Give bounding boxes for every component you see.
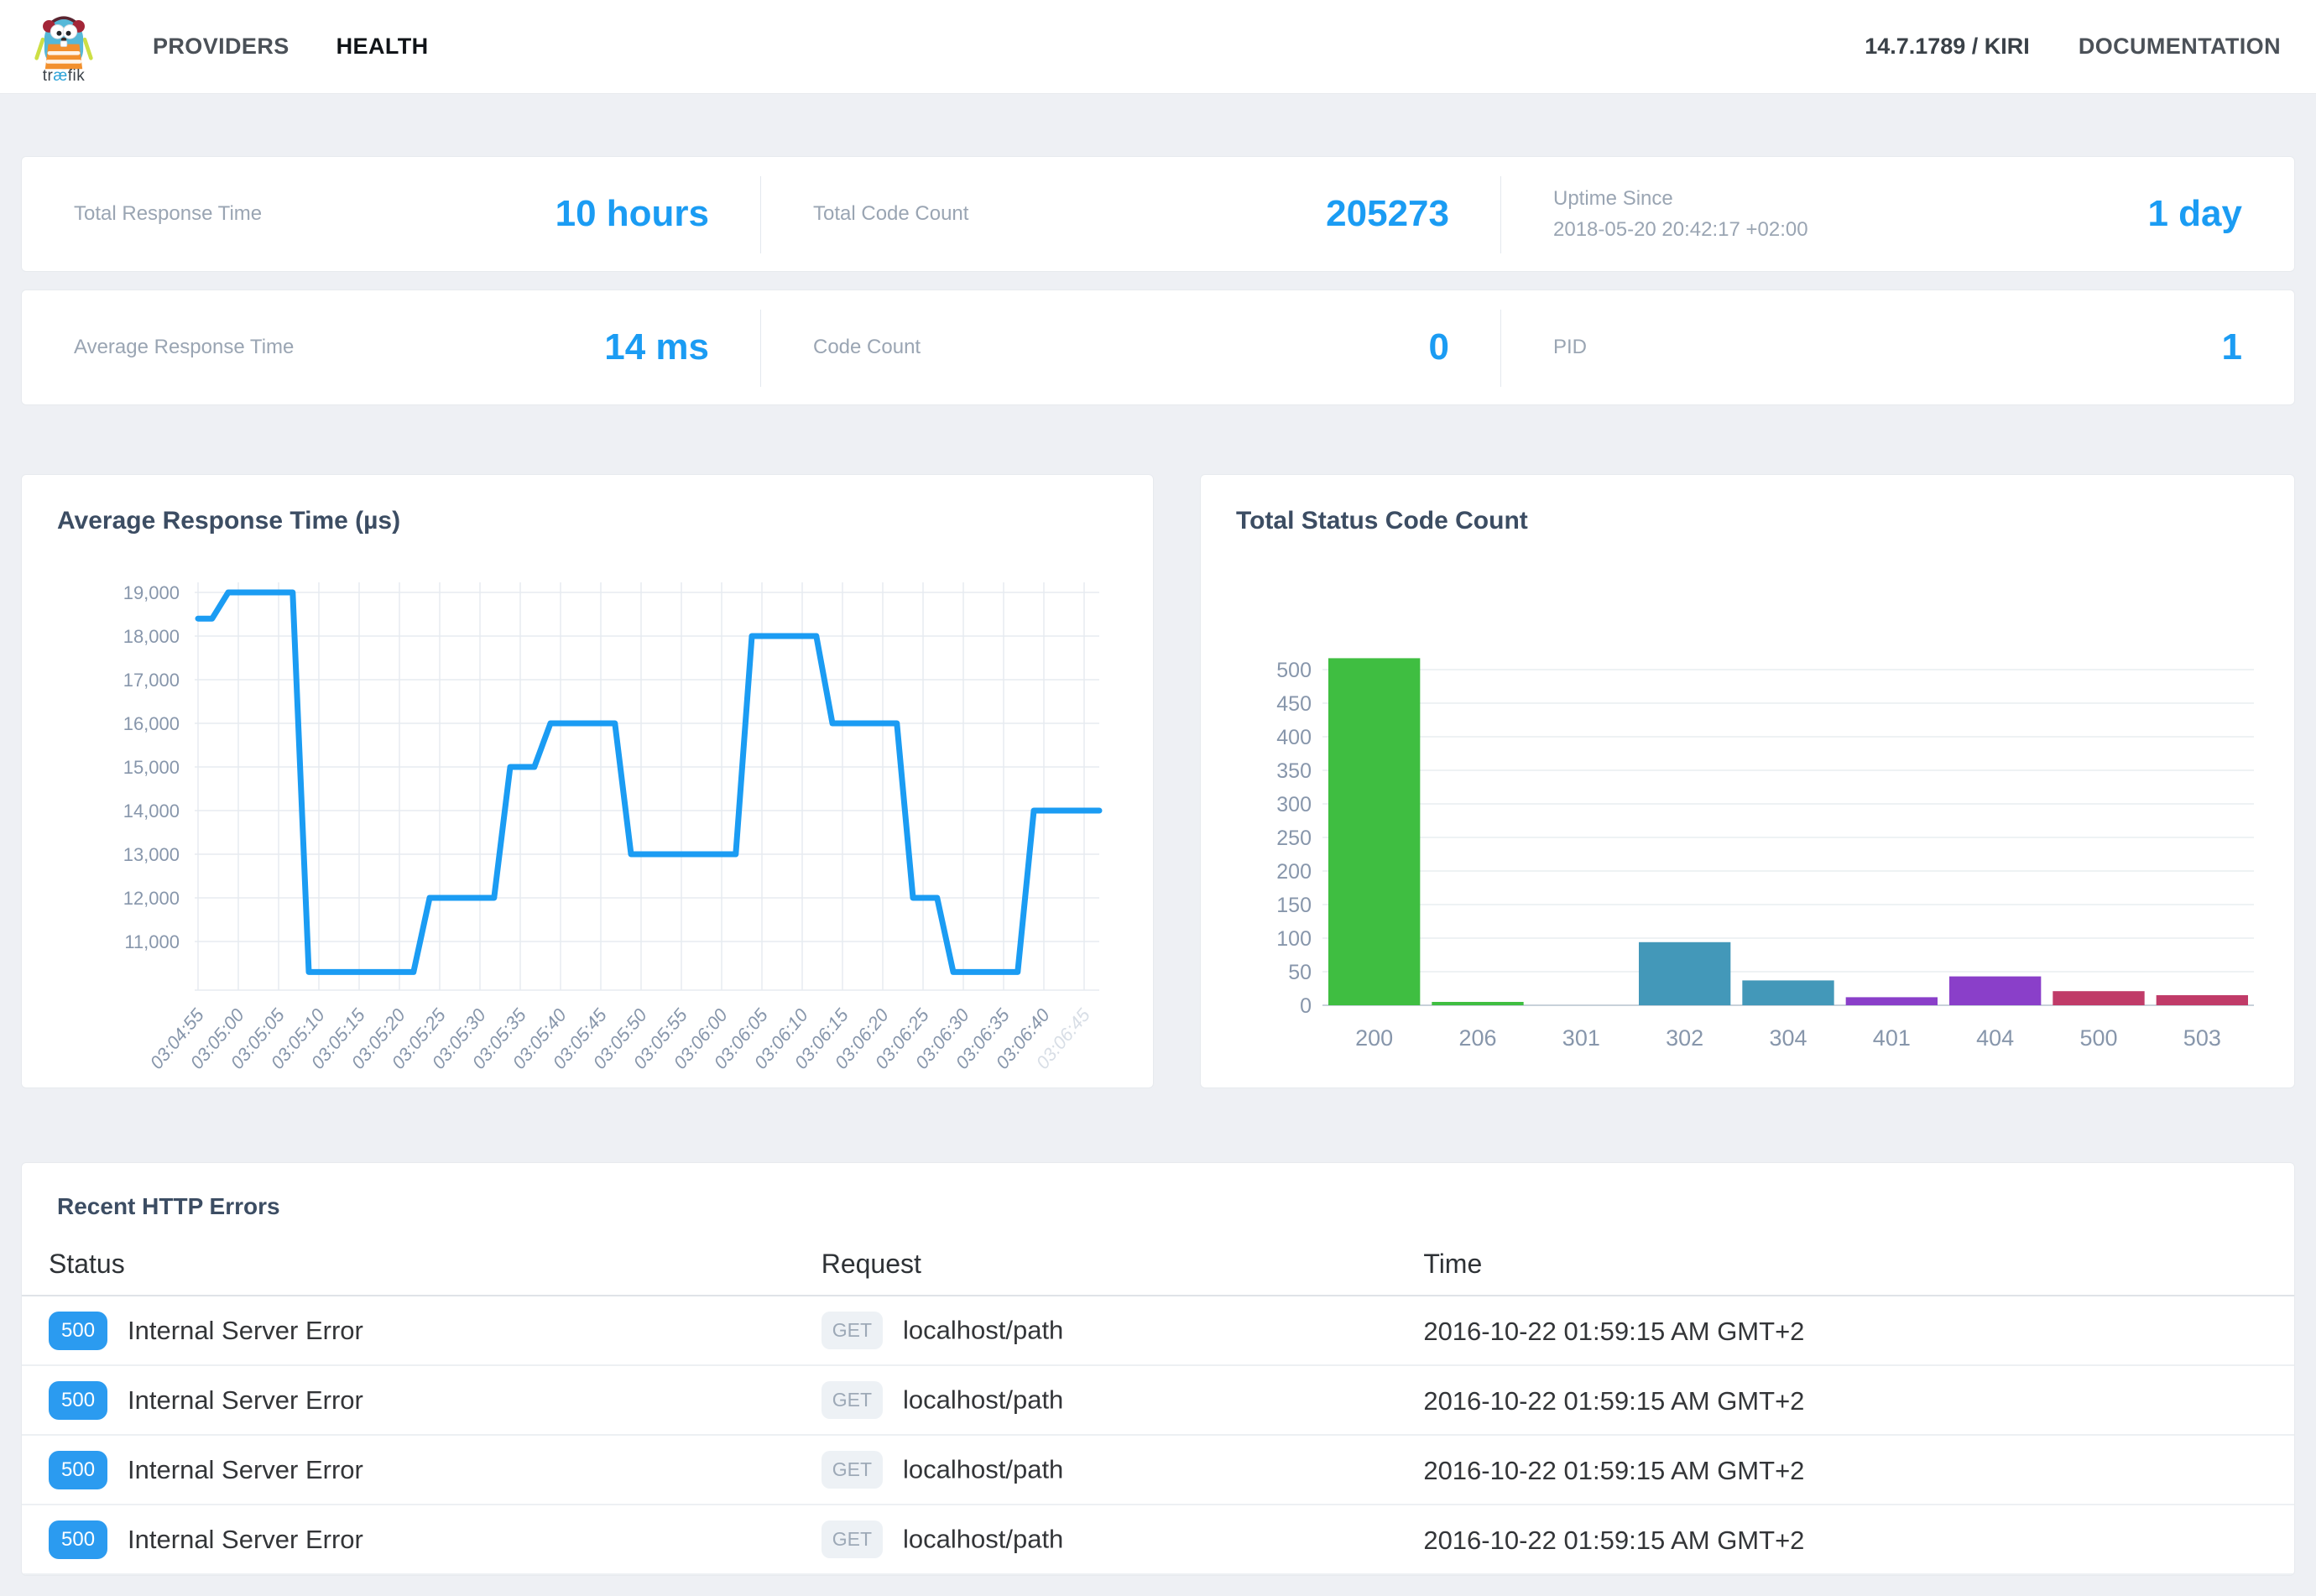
stat-total-response-time: Total Response Time 10 hours — [22, 157, 761, 271]
error-row: 500 Internal Server Error GET localhost/pa… — [22, 1365, 2294, 1435]
http-method-badge: GET — [822, 1381, 883, 1419]
svg-text:206: 206 — [1458, 1025, 1496, 1051]
column-header-time: Time — [1396, 1240, 2294, 1296]
stat-code-count: Code Count 0 — [761, 290, 1501, 404]
stat-label: Average Response Time — [74, 331, 294, 362]
svg-text:0: 0 — [1300, 994, 1312, 1018]
errors-table-title: Recent HTTP Errors — [57, 1193, 280, 1220]
error-time: 2016-10-22 01:59:15 AM GMT+2 — [1423, 1455, 1804, 1484]
column-header-request: Request — [795, 1240, 1397, 1296]
error-time: 2016-10-22 01:59:15 AM GMT+2 — [1423, 1525, 1804, 1554]
svg-text:300: 300 — [1276, 793, 1312, 816]
version-label: 14.7.1789 / KIRI — [1865, 34, 2030, 60]
status-code-badge: 500 — [49, 1381, 107, 1420]
errors-table-header-row: Status Request Time — [22, 1240, 2294, 1296]
svg-text:50: 50 — [1288, 961, 1312, 984]
svg-text:200: 200 — [1355, 1025, 1393, 1051]
request-path: localhost/path — [903, 1316, 1063, 1345]
svg-text:250: 250 — [1276, 827, 1312, 850]
http-method-badge: GET — [822, 1520, 883, 1558]
svg-text:18,000: 18,000 — [123, 626, 180, 647]
traefik-health-dashboard: træfik PROVIDERS HEALTH 14.7.1789 / KIRI… — [0, 0, 2316, 1596]
svg-text:500: 500 — [2079, 1025, 2117, 1051]
http-method-badge: GET — [822, 1451, 883, 1489]
svg-text:304: 304 — [1769, 1025, 1807, 1051]
stat-value: 1 — [2222, 326, 2242, 368]
svg-text:302: 302 — [1666, 1025, 1703, 1051]
stat-value: 14 ms — [604, 326, 709, 368]
svg-text:17,000: 17,000 — [123, 670, 180, 691]
status-code-badge: 500 — [49, 1312, 107, 1350]
errors-table: Status Request Time 500 Internal Server E… — [22, 1240, 2294, 1575]
nav-item-documentation[interactable]: DOCUMENTATION — [2079, 34, 2281, 60]
http-method-badge: GET — [822, 1312, 883, 1349]
request-path: localhost/path — [903, 1455, 1063, 1484]
uptime-since-date: 2018-05-20 20:42:17 +02:00 — [1553, 218, 1808, 241]
stat-label: PID — [1553, 331, 1587, 362]
error-row: 500 Internal Server Error GET localhost/pa… — [22, 1296, 2294, 1365]
error-row: 500 Internal Server Error GET localhost/pa… — [22, 1505, 2294, 1574]
average-response-time-line-chart: 11,000 12,000 13,000 14,000 15,000 16,000 17,0… — [37, 569, 1136, 1082]
request-path: localhost/path — [903, 1385, 1063, 1415]
svg-text:19,000: 19,000 — [123, 582, 180, 603]
svg-text:450: 450 — [1276, 692, 1312, 716]
stat-label: Code Count — [813, 331, 921, 362]
traefik-gopher-icon — [33, 8, 95, 72]
error-time: 2016-10-22 01:59:15 AM GMT+2 — [1423, 1385, 1804, 1415]
error-time: 2016-10-22 01:59:15 AM GMT+2 — [1423, 1316, 1804, 1345]
column-header-status: Status — [22, 1240, 795, 1296]
svg-text:13,000: 13,000 — [123, 844, 180, 865]
error-message: Internal Server Error — [128, 1385, 363, 1415]
stats-row-primary: Total Response Time 10 hours Total Code … — [21, 156, 2295, 272]
svg-text:14,000: 14,000 — [123, 801, 180, 821]
nav-menu: PROVIDERS HEALTH — [153, 34, 429, 60]
stat-pid: PID 1 — [1501, 290, 2294, 404]
stat-value: 1 day — [2147, 193, 2242, 235]
svg-text:503: 503 — [2183, 1025, 2221, 1051]
top-nav: træfik PROVIDERS HEALTH 14.7.1789 / KIRI… — [0, 0, 2316, 94]
stat-uptime-since: Uptime Since 2018-05-20 20:42:17 +02:00 … — [1501, 157, 2294, 271]
error-row: 500 Internal Server Error GET localhost/pa… — [22, 1435, 2294, 1505]
svg-text:400: 400 — [1276, 726, 1312, 749]
nav-item-health[interactable]: HEALTH — [336, 34, 429, 60]
svg-text:404: 404 — [1976, 1025, 2014, 1051]
nav-right: 14.7.1789 / KIRI DOCUMENTATION — [1865, 34, 2291, 60]
svg-text:150: 150 — [1276, 894, 1312, 917]
svg-text:200: 200 — [1276, 860, 1312, 884]
svg-text:301: 301 — [1562, 1025, 1600, 1051]
error-message: Internal Server Error — [128, 1525, 363, 1554]
svg-text:350: 350 — [1276, 759, 1312, 783]
nav-item-providers[interactable]: PROVIDERS — [153, 34, 290, 60]
bar-chart-title: Total Status Code Count — [1236, 507, 1528, 535]
stat-label: Total Response Time — [74, 198, 262, 229]
error-message: Internal Server Error — [128, 1455, 363, 1484]
svg-text:401: 401 — [1873, 1025, 1911, 1051]
svg-text:15,000: 15,000 — [123, 757, 180, 778]
stat-value: 0 — [1429, 326, 1449, 368]
error-message: Internal Server Error — [128, 1316, 363, 1345]
svg-text:500: 500 — [1276, 659, 1312, 682]
traefik-logo[interactable]: træfik — [25, 8, 102, 86]
svg-text:16,000: 16,000 — [123, 713, 180, 734]
svg-text:100: 100 — [1276, 927, 1312, 951]
stat-value: 205273 — [1326, 193, 1449, 235]
stats-row-secondary: Average Response Time 14 ms Code Count 0… — [21, 289, 2295, 405]
line-chart-title: Average Response Time (µs) — [57, 507, 400, 535]
request-path: localhost/path — [903, 1525, 1063, 1554]
status-code-chart-card: Total Status Code Count 0 50 100 150 200 250 3… — [1200, 474, 2295, 1088]
stat-label: Uptime Since 2018-05-20 20:42:17 +02:00 — [1553, 183, 1808, 245]
status-code-badge: 500 — [49, 1451, 107, 1489]
stat-average-response-time: Average Response Time 14 ms — [22, 290, 761, 404]
logo-wordmark: træfik — [43, 67, 86, 86]
stat-label: Total Code Count — [813, 198, 968, 229]
average-response-time-chart-card: Average Response Time (µs) 11,00012,0001… — [21, 474, 1154, 1088]
stat-value: 10 hours — [556, 193, 709, 235]
recent-http-errors-card: Recent HTTP Errors Status Request Time 5… — [21, 1162, 2295, 1576]
stat-total-code-count: Total Code Count 205273 — [761, 157, 1501, 271]
status-code-badge: 500 — [49, 1520, 107, 1559]
status-code-bar-chart: 0 50 100 150 200 250 300 350 400 450 500 200 206 301 3… — [1234, 552, 2262, 1077]
svg-text:11,000: 11,000 — [124, 931, 180, 952]
svg-text:12,000: 12,000 — [123, 888, 180, 909]
